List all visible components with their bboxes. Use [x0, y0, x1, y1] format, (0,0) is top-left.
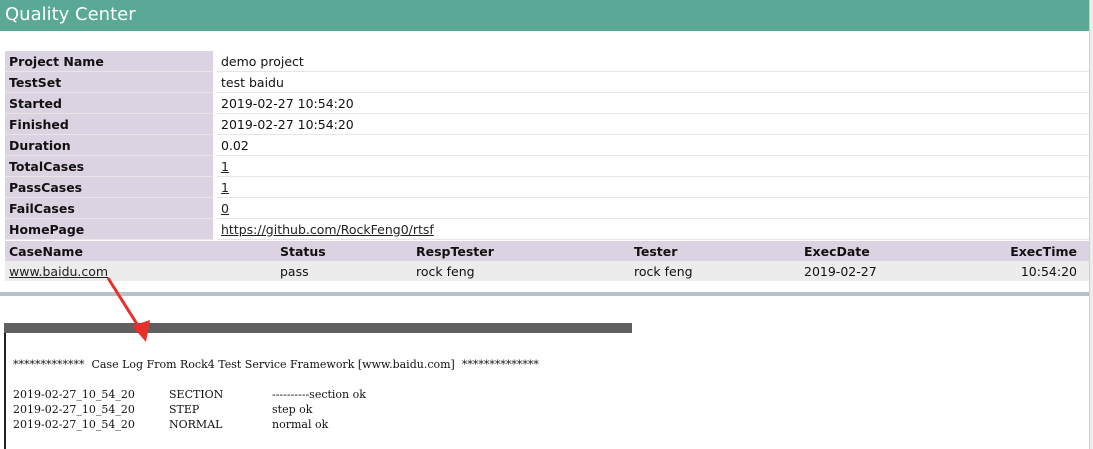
col-status: Status: [276, 241, 412, 261]
col-execdate: ExecDate: [800, 241, 999, 261]
case-name-link[interactable]: www.baidu.com: [9, 264, 108, 279]
case-status: pass: [276, 261, 412, 281]
log-time: 2019-02-27_10_54_20: [13, 388, 135, 401]
summary-row: Finished 2019-02-27 10:54:20: [5, 113, 1089, 135]
cases-header-row: CaseName Status RespTester Tester ExecDa…: [5, 241, 1089, 261]
log-panel-border: [4, 333, 6, 449]
section-divider: [0, 292, 1089, 296]
log-time: 2019-02-27_10_54_20: [13, 418, 135, 431]
duration-label: Duration: [5, 134, 217, 156]
case-tester: rock feng: [630, 261, 800, 281]
pass-cases-link[interactable]: 1: [221, 180, 229, 195]
homepage-link[interactable]: https://github.com/RockFeng0/rtsf: [221, 222, 434, 237]
project-name-value: demo project: [215, 51, 1089, 72]
log-level: SECTION: [169, 388, 224, 401]
col-resptester: RespTester: [412, 241, 630, 261]
log-message: normal ok: [272, 418, 329, 431]
case-log-panel: ************* Case Log From Rock4 Test S…: [4, 323, 632, 449]
col-tester: Tester: [630, 241, 800, 261]
fail-cases-link[interactable]: 0: [221, 201, 229, 216]
summary-table: Project Name demo project TestSet test b…: [5, 51, 1089, 240]
pass-cases-label: PassCases: [5, 176, 217, 198]
summary-row: TestSet test baidu: [5, 71, 1089, 93]
summary-row: Started 2019-02-27 10:54:20: [5, 92, 1089, 114]
red-arrow-icon: [106, 277, 150, 342]
log-level: STEP: [169, 403, 200, 416]
log-line: 2019-02-27_10_54_20 STEP step ok: [13, 402, 632, 417]
summary-row: Duration 0.02: [5, 134, 1089, 156]
pass-cases-cell: 1: [215, 176, 1089, 198]
log-body: ************* Case Log From Rock4 Test S…: [13, 357, 632, 432]
case-resptester: rock feng: [412, 261, 630, 281]
case-exectime: 10:54:20: [999, 261, 1089, 281]
duration-value: 0.02: [215, 134, 1089, 156]
log-message: step ok: [272, 403, 313, 416]
total-cases-cell: 1: [215, 155, 1089, 177]
fail-cases-label: FailCases: [5, 197, 217, 219]
col-exectime: ExecTime: [999, 241, 1089, 261]
log-line: 2019-02-27_10_54_20 NORMAL normal ok: [13, 417, 632, 432]
homepage-cell: https://github.com/RockFeng0/rtsf: [215, 218, 1089, 240]
finished-value: 2019-02-27 10:54:20: [215, 113, 1089, 135]
started-value: 2019-02-27 10:54:20: [215, 92, 1089, 114]
started-label: Started: [5, 92, 217, 114]
app-header: Quality Center: [0, 0, 1089, 31]
total-cases-label: TotalCases: [5, 155, 217, 177]
fail-cases-cell: 0: [215, 197, 1089, 219]
cases-table: CaseName Status RespTester Tester ExecDa…: [5, 241, 1089, 281]
log-line: 2019-02-27_10_54_20 SECTION ----------sect…: [13, 387, 632, 402]
project-name-label: Project Name: [5, 51, 217, 72]
summary-row: Project Name demo project: [5, 51, 1089, 72]
log-panel-header-bar: [4, 323, 632, 333]
testset-label: TestSet: [5, 71, 217, 93]
finished-label: Finished: [5, 113, 217, 135]
log-time: 2019-02-27_10_54_20: [13, 403, 135, 416]
total-cases-link[interactable]: 1: [221, 159, 229, 174]
summary-row: PassCases 1: [5, 176, 1089, 198]
homepage-label: HomePage: [5, 218, 217, 240]
summary-row: FailCases 0: [5, 197, 1089, 219]
col-casename: CaseName: [5, 241, 276, 261]
summary-row: HomePage https://github.com/RockFeng0/rt…: [5, 218, 1089, 240]
case-execdate: 2019-02-27: [800, 261, 999, 281]
scrollbar[interactable]: [1089, 0, 1093, 449]
log-message: ----------section ok: [272, 388, 366, 401]
app-title: Quality Center: [5, 4, 136, 25]
summary-row: TotalCases 1: [5, 155, 1089, 177]
log-title: ************* Case Log From Rock4 Test S…: [13, 358, 539, 371]
table-row: www.baidu.com pass rock feng rock feng 2…: [5, 261, 1089, 281]
log-level: NORMAL: [169, 418, 223, 431]
testset-value: test baidu: [215, 71, 1089, 93]
